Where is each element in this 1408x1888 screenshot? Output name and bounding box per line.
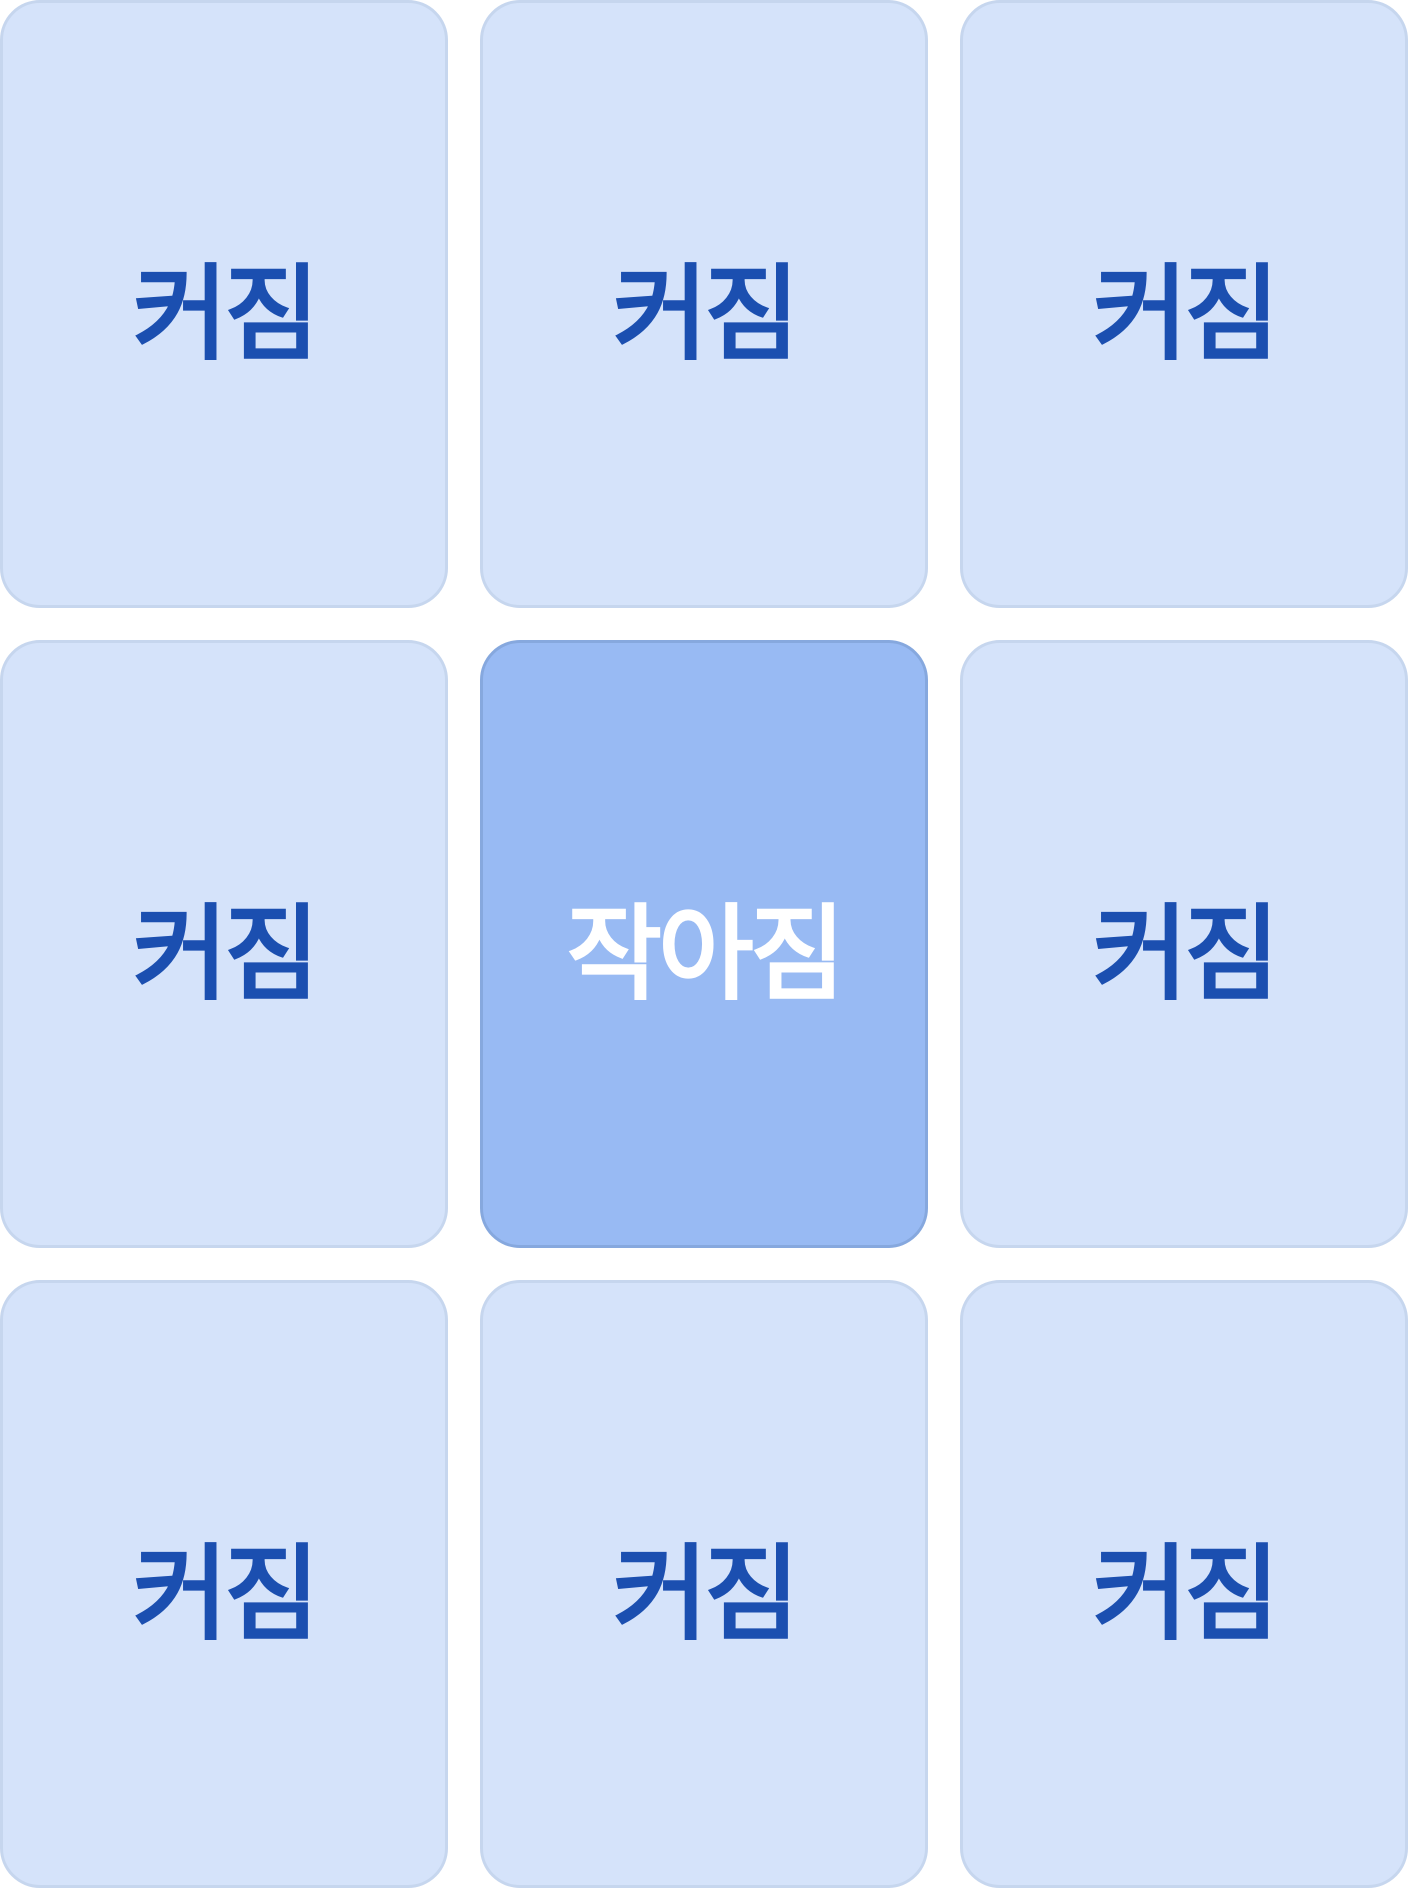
tile-5-active[interactable]: 작아짐 bbox=[480, 640, 928, 1248]
tile-label: 커짐 bbox=[132, 252, 319, 375]
tile-3[interactable]: 커짐 bbox=[960, 0, 1408, 608]
tile-label: 작아짐 bbox=[566, 892, 845, 1015]
tile-label: 커짐 bbox=[132, 892, 319, 1015]
tile-6[interactable]: 커짐 bbox=[960, 640, 1408, 1248]
tile-8[interactable]: 커짐 bbox=[480, 1280, 928, 1888]
tile-7[interactable]: 커짐 bbox=[0, 1280, 448, 1888]
tile-1[interactable]: 커짐 bbox=[0, 0, 448, 608]
tile-grid: 커짐 커짐 커짐 커짐 작아짐 커짐 커짐 커짐 커짐 bbox=[0, 0, 1408, 1888]
tile-9[interactable]: 커짐 bbox=[960, 1280, 1408, 1888]
tile-label: 커짐 bbox=[1092, 252, 1279, 375]
tile-label: 커짐 bbox=[612, 252, 799, 375]
tile-4[interactable]: 커짐 bbox=[0, 640, 448, 1248]
tile-label: 커짐 bbox=[612, 1532, 799, 1655]
tile-label: 커짐 bbox=[1092, 1532, 1279, 1655]
tile-2[interactable]: 커짐 bbox=[480, 0, 928, 608]
tile-label: 커짐 bbox=[1092, 892, 1279, 1015]
tile-label: 커짐 bbox=[132, 1532, 319, 1655]
